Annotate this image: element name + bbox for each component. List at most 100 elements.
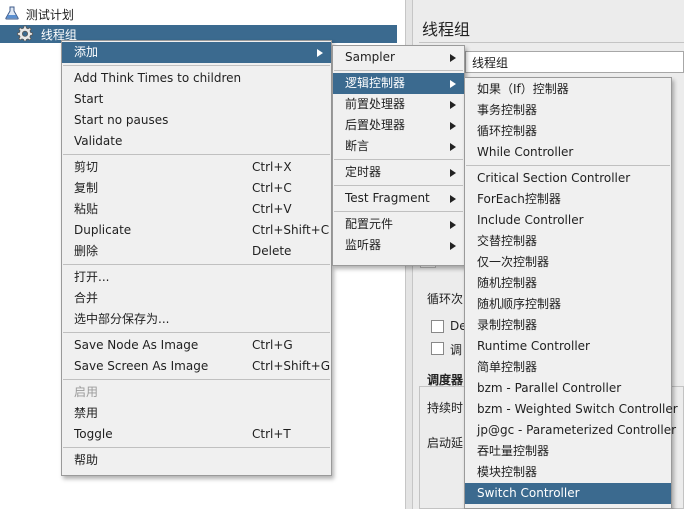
add-submenu-item-test-fragment[interactable]: Test Fragment <box>333 188 464 209</box>
submenu-arrow-icon <box>450 195 456 203</box>
logic-submenu-item-事务控制器[interactable]: 事务控制器 <box>465 100 671 121</box>
submenu-arrow-icon <box>450 101 456 109</box>
context-menu-item-save-screen-as-image[interactable]: Save Screen As Image Ctrl+Shift+G <box>62 356 331 377</box>
context-menu-item-添加[interactable]: 添加 <box>62 42 331 63</box>
menu-item-label: Toggle <box>74 427 113 441</box>
menu-separator <box>63 332 330 333</box>
menu-item-label: 打开... <box>74 270 110 284</box>
menu-item-label: Switch Controller <box>477 486 580 500</box>
menu-item-label: 事务控制器 <box>477 103 538 117</box>
context-menu-item-duplicate[interactable]: Duplicate Ctrl+Shift+C <box>62 220 331 241</box>
logic-submenu-item-foreach控制器[interactable]: ForEach控制器 <box>465 189 671 210</box>
context-menu-item-save-node-as-image[interactable]: Save Node As Image Ctrl+G <box>62 335 331 356</box>
menu-separator <box>466 165 670 166</box>
context-menu-item-剪切[interactable]: 剪切 Ctrl+X <box>62 157 331 178</box>
context-menu-item-复制[interactable]: 复制 Ctrl+C <box>62 178 331 199</box>
menu-item-shortcut: Ctrl+G <box>252 338 293 352</box>
logic-submenu-item-随机顺序控制器[interactable]: 随机顺序控制器 <box>465 294 671 315</box>
context-menu-item-start[interactable]: Start <box>62 89 331 110</box>
logic-submenu-item-简单控制器[interactable]: 简单控制器 <box>465 357 671 378</box>
add-submenu-item-后置处理器[interactable]: 后置处理器 <box>333 115 464 136</box>
submenu-arrow-icon <box>450 54 456 62</box>
context-menu-item-帮助[interactable]: 帮助 <box>62 450 331 471</box>
menu-item-label: 帮助 <box>74 453 99 467</box>
menu-item-label: 录制控制器 <box>477 318 538 332</box>
submenu-arrow-icon <box>450 143 456 151</box>
menu-item-label: 粘贴 <box>74 202 99 216</box>
logic-submenu-item-while-controller[interactable]: While Controller <box>465 142 671 163</box>
submenu-arrow-icon <box>450 169 456 177</box>
context-menu-item-合并[interactable]: 合并 <box>62 288 331 309</box>
menu-item-label: Start no pauses <box>74 113 169 127</box>
title-divider <box>419 42 684 43</box>
menu-item-label: 简单控制器 <box>477 360 538 374</box>
menu-separator <box>334 211 463 212</box>
context-menu-item-禁用[interactable]: 禁用 <box>62 403 331 424</box>
name-input[interactable]: 线程组 <box>465 51 684 73</box>
menu-item-label: 仅一次控制器 <box>477 255 550 269</box>
startup-delay-label: 启动延 <box>427 436 464 450</box>
logic-submenu-item-bzm-weighted-switch-controller[interactable]: bzm - Weighted Switch Controller <box>465 399 678 420</box>
menu-item-label: 如果（If）控制器 <box>477 82 569 96</box>
menu-item-label: Save Screen As Image <box>74 359 209 373</box>
submenu-arrow-icon <box>450 242 456 250</box>
add-submenu-item-定时器[interactable]: 定时器 <box>333 162 464 183</box>
menu-item-label: Duplicate <box>74 223 132 237</box>
logic-submenu-item-录制控制器[interactable]: 录制控制器 <box>465 315 671 336</box>
logic-controller-submenu: 如果（If）控制器 事务控制器循环控制器 While Controller Criti… <box>464 77 678 509</box>
logic-submenu-item-jp-gc-parameterized-controller[interactable]: jp@gc - Parameterized Controller <box>465 420 676 441</box>
logic-submenu-item-仅一次控制器[interactable]: 仅一次控制器 <box>465 252 671 273</box>
logic-submenu-item-交替控制器[interactable]: 交替控制器 <box>465 231 671 252</box>
menu-item-shortcut: Ctrl+C <box>252 181 292 195</box>
menu-separator <box>334 185 463 186</box>
checkbox-2[interactable] <box>431 342 444 355</box>
menu-separator <box>63 65 330 66</box>
menu-item-label: 删除 <box>74 244 99 258</box>
menu-item-label: 随机顺序控制器 <box>477 297 562 311</box>
menu-item-label: Test Fragment <box>345 191 430 205</box>
context-menu-item-粘贴[interactable]: 粘贴 Ctrl+V <box>62 199 331 220</box>
tree-node-test-plan[interactable]: 测试计划 <box>5 6 74 24</box>
add-submenu-item-sampler[interactable]: Sampler <box>333 47 464 68</box>
menu-item-shortcut: Delete <box>252 244 292 258</box>
logic-submenu-item-循环控制器[interactable]: 循环控制器 <box>465 121 671 142</box>
add-submenu-item-前置处理器[interactable]: 前置处理器 <box>333 94 464 115</box>
add-submenu-item-断言[interactable]: 断言 <box>333 136 464 157</box>
logic-submenu-item-switch-controller[interactable]: Switch Controller <box>465 483 671 504</box>
menu-item-shortcut: Ctrl+Shift+C <box>252 223 330 237</box>
logic-submenu-item-critical-section-controller[interactable]: Critical Section Controller <box>465 168 671 189</box>
menu-item-label: bzm - Weighted Switch Controller <box>477 402 678 416</box>
menu-item-label: 启用 <box>74 385 99 399</box>
submenu-arrow-icon <box>450 122 456 130</box>
logic-submenu-item-runtime-controller[interactable]: Runtime Controller <box>465 336 671 357</box>
logic-submenu-item-如果-if-控制器[interactable]: 如果（If）控制器 <box>465 79 671 100</box>
logic-submenu-item-吞吐量控制器[interactable]: 吞吐量控制器 <box>465 441 671 462</box>
checkbox-1[interactable] <box>431 320 444 333</box>
logic-submenu-item-随机控制器[interactable]: 随机控制器 <box>465 273 671 294</box>
menu-item-label: bzm - Parallel Controller <box>477 381 622 395</box>
context-menu-item-选中部分保存为[interactable]: 选中部分保存为... <box>62 309 331 330</box>
menu-separator <box>63 447 330 448</box>
menu-item-label: 随机控制器 <box>477 276 538 290</box>
menu-item-label: 配置元件 <box>345 217 394 231</box>
context-menu-item-打开[interactable]: 打开... <box>62 267 331 288</box>
menu-item-label: 添加 <box>74 45 99 59</box>
add-submenu-item-配置元件[interactable]: 配置元件 <box>333 214 464 235</box>
loop-count-label: 循环次 <box>427 292 464 306</box>
editor-title: 线程组 <box>422 20 471 39</box>
add-submenu-item-逻辑控制器[interactable]: 逻辑控制器 <box>333 73 464 94</box>
logic-submenu-item-bzm-parallel-controller[interactable]: bzm - Parallel Controller <box>465 378 671 399</box>
context-menu-item-toggle[interactable]: Toggle Ctrl+T <box>62 424 331 445</box>
add-submenu-item-监听器[interactable]: 监听器 <box>333 235 464 256</box>
logic-submenu-item-include-controller[interactable]: Include Controller <box>465 210 671 231</box>
menu-item-label: jp@gc - Parameterized Controller <box>477 423 677 437</box>
logic-submenu-item-模块控制器[interactable]: 模块控制器 <box>465 462 671 483</box>
menu-separator <box>334 70 463 71</box>
menu-separator <box>63 154 330 155</box>
flask-icon <box>5 6 19 25</box>
context-menu-item-validate[interactable]: Validate <box>62 131 331 152</box>
tree-node-test-plan-label: 测试计划 <box>25 8 74 22</box>
context-menu-item-add-think-times-to-children[interactable]: Add Think Times to children <box>62 68 331 89</box>
context-menu-item-start-no-pauses[interactable]: Start no pauses <box>62 110 331 131</box>
context-menu-item-删除[interactable]: 删除 Delete <box>62 241 331 262</box>
